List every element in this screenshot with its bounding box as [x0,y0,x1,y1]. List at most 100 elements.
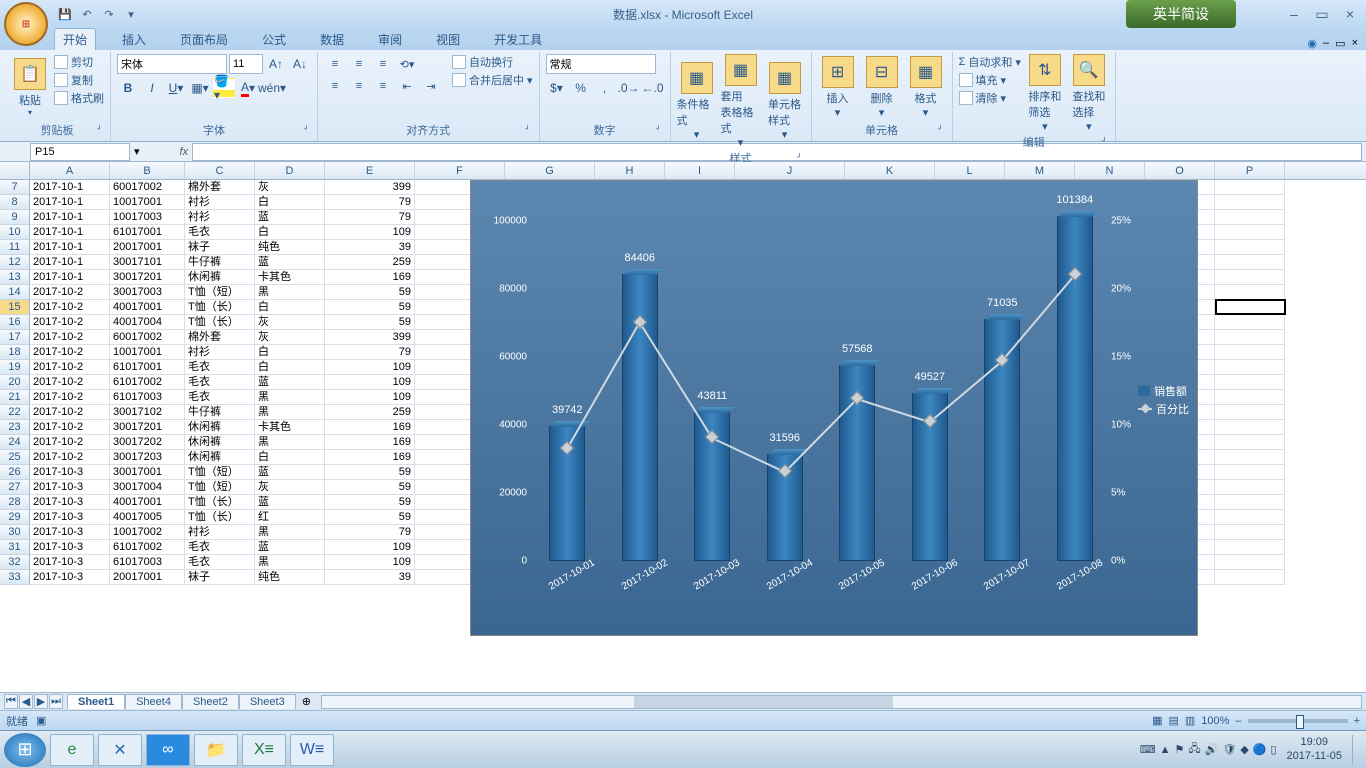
cell[interactable]: 棉外套 [185,330,255,345]
cell[interactable]: 109 [325,540,415,555]
autosum-button[interactable]: Σ 自动求和 ▾ [959,54,1021,70]
comma-button[interactable]: , [594,78,616,98]
cell[interactable]: 59 [325,315,415,330]
tray-app2-icon[interactable]: 🔵 [1253,743,1267,756]
cell[interactable]: 休闲裤 [185,270,255,285]
dec-decimal-button[interactable]: ←.0 [642,78,664,98]
column-header[interactable]: D [255,162,325,179]
prev-sheet-button[interactable]: ◀ [19,694,33,709]
row-header[interactable]: 31 [0,540,30,555]
tray-shield-icon[interactable]: 🛡 [1222,743,1236,756]
cell[interactable]: 30017201 [110,270,185,285]
cell[interactable]: 79 [325,210,415,225]
cell[interactable]: 白 [255,195,325,210]
column-header[interactable]: O [1145,162,1215,179]
cell[interactable]: 39 [325,240,415,255]
copy-button[interactable]: 复制 [54,72,104,88]
cell[interactable]: 79 [325,195,415,210]
cell[interactable]: 2017-10-2 [30,420,110,435]
grow-font-button[interactable]: A↑ [265,54,287,74]
merge-button[interactable]: 合并后居中 ▾ [452,72,533,88]
cell[interactable]: 30017101 [110,255,185,270]
cell[interactable]: 30017001 [110,465,185,480]
cell[interactable]: 棉外套 [185,180,255,195]
row-header[interactable]: 18 [0,345,30,360]
row-header[interactable]: 32 [0,555,30,570]
embedded-chart[interactable]: 020000400006000080000100000 0%5%10%15%20… [470,180,1198,636]
cell[interactable]: 60017002 [110,180,185,195]
cell[interactable]: 2017-10-3 [30,495,110,510]
row-header[interactable]: 23 [0,420,30,435]
tray-sound-icon[interactable]: 🔊 [1205,743,1219,756]
cell[interactable] [1215,465,1285,480]
cell[interactable] [1215,405,1285,420]
column-header[interactable]: A [30,162,110,179]
row-header[interactable]: 15 [0,300,30,315]
row-header[interactable]: 20 [0,375,30,390]
cell[interactable]: 2017-10-1 [30,180,110,195]
cell[interactable] [1215,210,1285,225]
find-select-button[interactable]: 🔍查找和 选择▾ [1069,54,1109,133]
cell[interactable]: T恤（长） [185,510,255,525]
cell[interactable]: 2017-10-2 [30,405,110,420]
cell[interactable]: 毛衣 [185,390,255,405]
cell[interactable]: 休闲裤 [185,420,255,435]
cell[interactable] [1215,240,1285,255]
cell[interactable]: 2017-10-2 [30,450,110,465]
next-sheet-button[interactable]: ▶ [34,694,48,709]
name-box[interactable]: P15 [30,143,130,161]
row-header[interactable]: 16 [0,315,30,330]
tab-home[interactable]: 开始 [54,28,96,50]
view-layout-button[interactable]: ▤ [1168,714,1178,727]
cell[interactable] [1215,480,1285,495]
sheet-tab-2[interactable]: Sheet2 [182,694,239,709]
cell[interactable]: 袜子 [185,570,255,585]
column-header[interactable]: B [110,162,185,179]
sheet-tab-4[interactable]: Sheet4 [125,694,182,709]
cell[interactable]: 休闲裤 [185,435,255,450]
sort-filter-button[interactable]: ⇅排序和 筛选▾ [1025,54,1065,133]
cell[interactable]: 40017001 [110,300,185,315]
cell[interactable]: 2017-10-3 [30,465,110,480]
cell[interactable]: 59 [325,285,415,300]
cell[interactable]: 休闲裤 [185,450,255,465]
tray-flag-icon[interactable]: ⚑ [1175,743,1185,756]
cell[interactable]: T恤（短） [185,285,255,300]
column-header[interactable]: M [1005,162,1075,179]
cell[interactable]: 59 [325,480,415,495]
zoom-out-button[interactable]: – [1235,715,1241,727]
help-icon[interactable]: ◉ [1307,37,1317,50]
cell[interactable]: 2017-10-3 [30,525,110,540]
taskbar-app1-icon[interactable]: ✕ [98,734,142,766]
cell[interactable]: 蓝 [255,495,325,510]
row-header[interactable]: 29 [0,510,30,525]
align-top-button[interactable]: ≡ [324,54,346,74]
currency-button[interactable]: $▾ [546,78,568,98]
orient-button[interactable]: ⟲▾ [396,54,418,74]
row-header[interactable]: 13 [0,270,30,285]
align-center-button[interactable]: ≡ [348,76,370,96]
cell[interactable]: 衬衫 [185,210,255,225]
cell[interactable]: 毛衣 [185,375,255,390]
cell[interactable]: 30017201 [110,420,185,435]
fill-button[interactable]: 填充 ▾ [959,72,1021,88]
phonetic-button[interactable]: wén▾ [261,78,283,98]
taskbar-app2-icon[interactable]: ∞ [146,734,190,766]
cell[interactable]: 79 [325,345,415,360]
namebox-dropdown-icon[interactable]: ▾ [134,145,140,158]
row-header[interactable]: 10 [0,225,30,240]
row-header[interactable]: 30 [0,525,30,540]
cell[interactable]: 61017002 [110,375,185,390]
cell[interactable] [1215,330,1285,345]
select-all-corner[interactable] [0,162,30,179]
restore-icon[interactable]: ▭ [1335,37,1345,50]
cell[interactable]: 79 [325,525,415,540]
row-header[interactable]: 25 [0,450,30,465]
cell[interactable]: 2017-10-1 [30,240,110,255]
cell[interactable]: 牛仔裤 [185,405,255,420]
cell[interactable]: 259 [325,255,415,270]
column-header[interactable]: L [935,162,1005,179]
format-cells-button[interactable]: ▦格式▾ [906,54,946,121]
cell[interactable]: 2017-10-1 [30,255,110,270]
row-header[interactable]: 26 [0,465,30,480]
